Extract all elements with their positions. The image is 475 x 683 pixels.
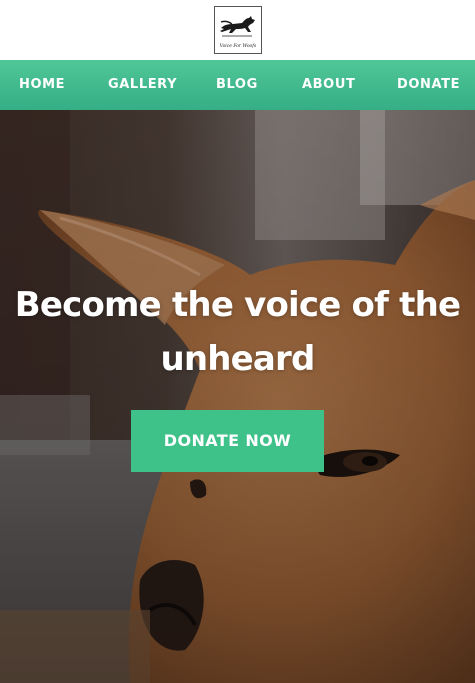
hero-section: Become the voice of the unheard DONATE N… <box>0 110 475 683</box>
hero-title-line-1: Become the voice of the <box>14 285 461 325</box>
nav-item-home[interactable]: HOME <box>19 60 65 110</box>
donate-now-button[interactable]: DONATE NOW <box>131 410 324 472</box>
site-logo[interactable]: Voice For Woofs <box>214 6 262 54</box>
hero-title: Become the voice of the unheard <box>0 278 475 386</box>
nav-item-about[interactable]: ABOUT <box>302 60 355 110</box>
running-dog-icon <box>220 16 255 37</box>
main-nav: HOME GALLERY BLOG ABOUT DONATE <box>0 60 475 110</box>
hero-title-line-2: unheard <box>160 339 315 379</box>
nav-item-blog[interactable]: BLOG <box>216 60 258 110</box>
site-header: Voice For Woofs <box>0 0 475 60</box>
nav-item-gallery[interactable]: GALLERY <box>108 60 177 110</box>
nav-item-donate[interactable]: DONATE <box>397 60 460 110</box>
hero-dog-photo <box>0 110 475 683</box>
logo-caption: Voice For Woofs <box>219 44 257 49</box>
